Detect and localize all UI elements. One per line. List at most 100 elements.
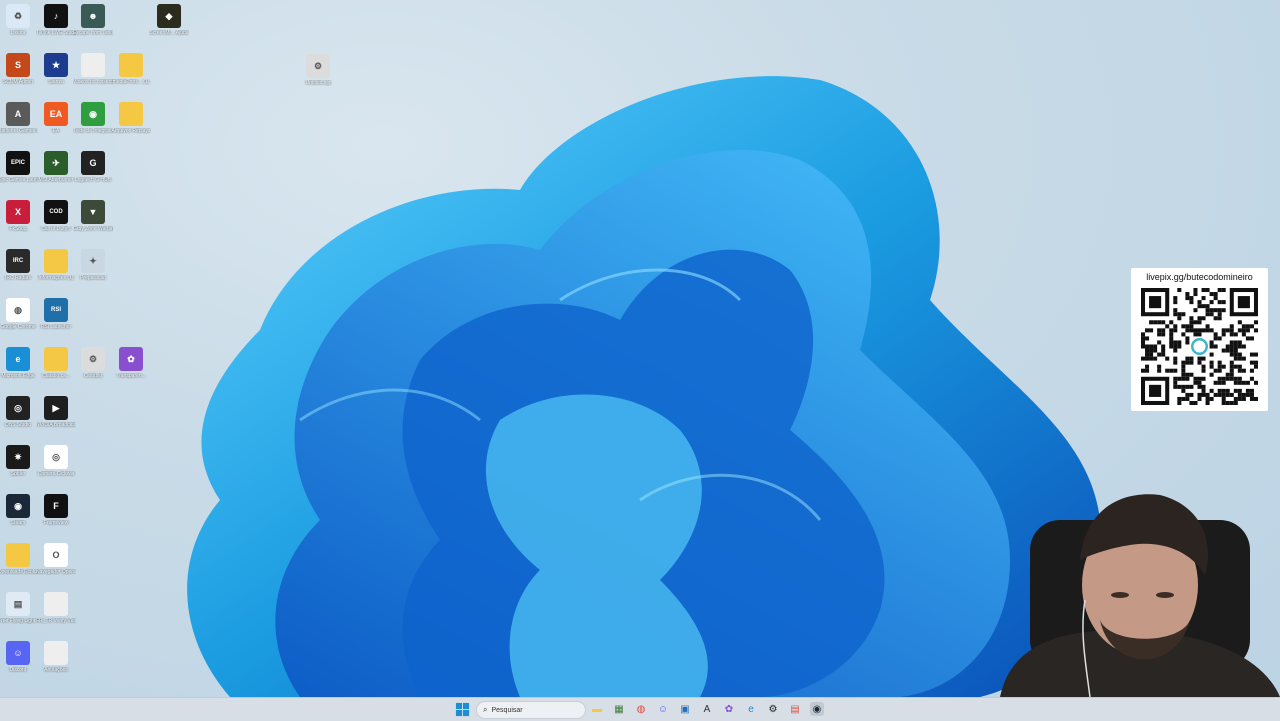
- edge-icon: e: [6, 347, 30, 371]
- desktop-icon-label: Call of Duty®: [41, 226, 71, 232]
- file-explorer-icon[interactable]: ▬: [590, 702, 604, 716]
- document-icon: [44, 592, 68, 616]
- desktop-icon[interactable]: RSI RSI Launcher: [38, 298, 74, 330]
- desktop-icon[interactable]: ▼ Gray Zone Warfare: [73, 200, 113, 232]
- desktop-icon[interactable]: ★ Stanza: [38, 53, 74, 85]
- search-icon: ⌕: [483, 705, 488, 714]
- app-icon: ▤: [6, 592, 30, 616]
- desktop-icon[interactable]: COD Call of Duty®: [38, 200, 74, 232]
- chrome-icon: ◍: [6, 298, 30, 322]
- desktop-icon[interactable]: ✷ Spider: [0, 445, 36, 477]
- terminal-icon[interactable]: ▣: [678, 702, 692, 716]
- chrome-icon[interactable]: ◍: [634, 702, 648, 716]
- desktop-icon[interactable]: O Navegador Opera GX: [36, 543, 76, 575]
- desktop-icon-label: Steam: [10, 520, 26, 526]
- desktop-icon-label: Epic Games Launcher: [0, 177, 38, 183]
- qr-donation-card: livepix.gg/butecodomineiro: [1131, 268, 1268, 411]
- desktop-icon-label: EA: [52, 128, 60, 134]
- desktop-icon-label: Anotações: [44, 667, 68, 673]
- document-icon: [81, 53, 105, 77]
- desktop-icon[interactable]: e Microsoft Edge: [0, 347, 36, 379]
- desktop-icon[interactable]: ☻ Escape from Tarkov: [73, 4, 113, 36]
- desktop-icon[interactable]: ◉ Teste de Integrac...: [73, 102, 113, 134]
- desktop-icon-label: Spider: [10, 471, 26, 477]
- desktop-icon-label: Lixeira: [10, 30, 26, 36]
- desktop-icon[interactable]: ♪ TikTok LIVE Studio: [36, 4, 76, 36]
- desktop-icon-label: Cloudflu: [83, 373, 103, 379]
- folder-icon: [44, 347, 68, 371]
- app-icon: ⚙: [81, 347, 105, 371]
- desktop-icon[interactable]: Downloads Ecoluxo: [0, 543, 38, 575]
- app-icon[interactable]: ✿: [722, 702, 736, 716]
- edge-icon[interactable]: e: [744, 702, 758, 716]
- desktop-icon[interactable]: X FxSoug: [0, 200, 36, 232]
- desktop-icon-label: FR_TR Verify Vko ti dai...: [36, 618, 76, 624]
- desktop-icon[interactable]: EA EA: [38, 102, 74, 134]
- desktop-icon[interactable]: A Battlenet Games L...: [0, 102, 38, 134]
- calendar-icon[interactable]: ▤: [788, 702, 802, 716]
- desktop-icon[interactable]: ✿ Transparen...: [113, 347, 149, 379]
- desktop-icon-label: Untitled.sjq: [305, 80, 331, 86]
- desktop-icon[interactable]: Vídeos do coisecti...: [73, 53, 113, 85]
- desktop-icon[interactable]: Arquivos Replays: [112, 102, 150, 134]
- settings-icon[interactable]: ⚙: [766, 702, 780, 716]
- app-icon: F: [44, 494, 68, 518]
- folder-icon: [6, 543, 30, 567]
- app-icon: ★: [44, 53, 68, 77]
- app-icon: ✿: [119, 347, 143, 371]
- desktop-icon[interactable]: ▶ NVIDIA Broadcast: [36, 396, 76, 428]
- epic-games-icon: EPIC: [6, 151, 30, 175]
- discord-icon: ☺: [6, 641, 30, 665]
- desktop-icon-label: NVIDIA Broadcast: [36, 422, 76, 428]
- desktop-icon-label: Navegador Opera GX: [36, 569, 76, 575]
- desktop-icon-label: Google Chrome: [0, 324, 36, 330]
- desktop-icon[interactable]: ☺ Discord: [0, 641, 36, 673]
- desktop-icon[interactable]: IRC IRC Radars: [0, 249, 36, 281]
- desktop-icon[interactable]: mediaProfil... (1): [113, 53, 149, 85]
- windows-start-icon[interactable]: [455, 702, 470, 717]
- desktop-icon[interactable]: ✈ MSI Afterburner: [38, 151, 74, 183]
- desktop-icon[interactable]: Informações (1): [38, 249, 74, 281]
- desktop-icon[interactable]: Claudio.cs...: [38, 347, 74, 379]
- desktop-icon[interactable]: FR_TR Verify Vko ti dai...: [36, 592, 76, 624]
- desktop-icon[interactable]: ▤ Free Flying Light Tu...: [0, 592, 38, 624]
- desktop-icon[interactable]: G Logitech G HUB: [75, 151, 111, 183]
- desktop-icon-label: Preparacão: [80, 275, 106, 281]
- desktop-icon[interactable]: ◆ ScreenMi... Ajuda: [149, 4, 189, 36]
- desktop-icon-label: Teste de Integrac...: [73, 128, 113, 134]
- desktop-icon[interactable]: F Frameview: [38, 494, 74, 526]
- steam-icon: ◉: [6, 494, 30, 518]
- desktop-icon[interactable]: ◍ Google Chrome: [0, 298, 36, 330]
- desktop-icon[interactable]: ⚙ Cloudflu: [75, 347, 111, 379]
- recording-icon[interactable]: ◉: [810, 702, 824, 716]
- desktop-icon[interactable]: ◎ OBS Studio: [0, 396, 36, 428]
- desktop-icon[interactable]: ✦ Preparacão: [75, 249, 111, 281]
- app-icon: IRC: [6, 249, 30, 273]
- desktop-icon[interactable]: S SCUM Admin: [0, 53, 36, 85]
- desktop-icon-untitled[interactable]: ⚙ Untitled.sjq: [300, 54, 336, 86]
- desktop-icon[interactable]: ◉ Steam: [0, 494, 36, 526]
- folder-icon: [119, 53, 143, 77]
- desktop-icon-label: Logitech G HUB: [74, 177, 112, 183]
- desktop-icon-label: Camera Ciclovia: [37, 471, 75, 477]
- desktop-icon[interactable]: ◎ Camera Ciclovia: [38, 445, 74, 477]
- desktop-icon[interactable]: Anotações: [38, 641, 74, 673]
- desktop-icon[interactable]: ♻ Lixeira: [0, 4, 36, 36]
- desktop-icon-label: Free Flying Light Tu...: [0, 618, 38, 624]
- desktop-icon-label: SCUM Admin: [2, 79, 33, 85]
- desktop-icon[interactable]: EPIC Epic Games Launcher: [0, 151, 38, 183]
- desktop-icon-label: Microsoft Edge: [1, 373, 35, 379]
- app-icon: ◉: [81, 102, 105, 126]
- desktop-icon-label: IRC Radars: [4, 275, 32, 281]
- app-icon[interactable]: A: [700, 702, 714, 716]
- scum-icon: S: [6, 53, 30, 77]
- discord-icon[interactable]: ☺: [656, 702, 670, 716]
- obs-icon: ◎: [6, 396, 30, 420]
- qr-url-text: livepix.gg/butecodomineiro: [1146, 272, 1253, 282]
- taskbar-search-box[interactable]: ⌕ Pesquisar: [476, 701, 586, 719]
- store-icon[interactable]: ▦: [612, 702, 626, 716]
- desktop-icon-label: MSI Afterburner: [38, 177, 74, 183]
- app-icon: ✷: [6, 445, 30, 469]
- nvidia-icon: ▶: [44, 396, 68, 420]
- folder-icon: [119, 102, 143, 126]
